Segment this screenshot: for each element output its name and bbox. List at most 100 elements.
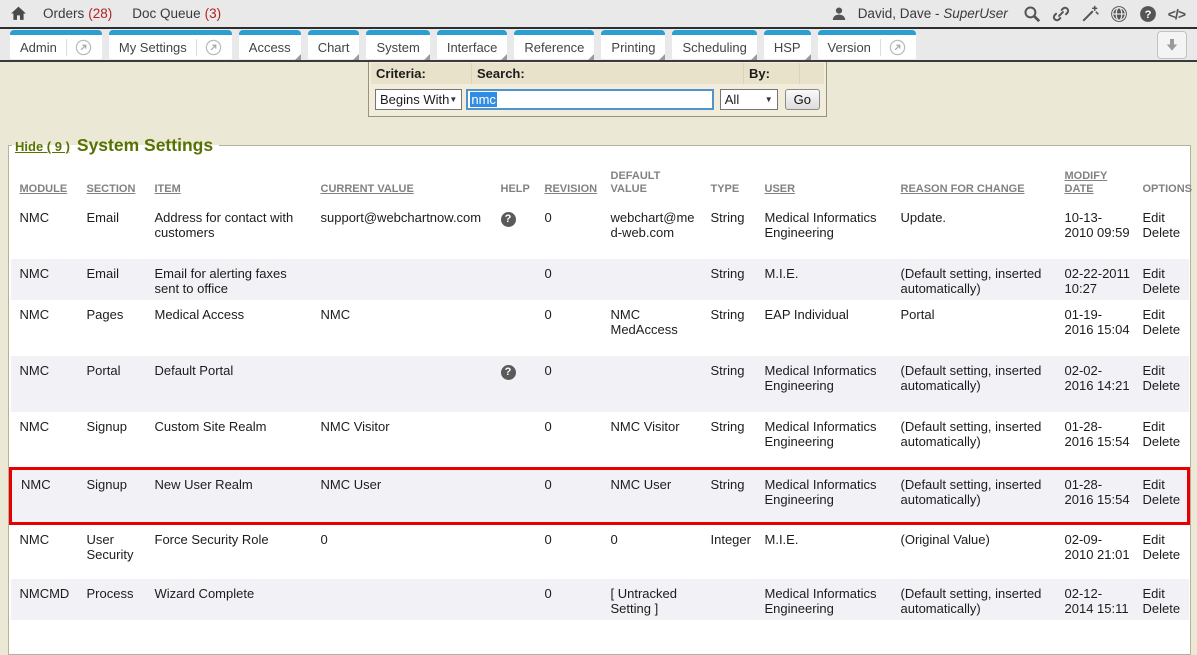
edit-link[interactable]: Edit: [1143, 586, 1183, 601]
tab-chart[interactable]: Chart: [308, 30, 360, 59]
delete-link[interactable]: Delete: [1143, 492, 1182, 507]
cell-user: Medical Informatics Engineering: [759, 356, 895, 412]
tab-admin[interactable]: Admin: [10, 30, 102, 59]
settings-table-body: NMCEmailAddress for contact with custome…: [11, 203, 1189, 620]
tab-reference[interactable]: Reference: [514, 30, 594, 59]
wand-icon[interactable]: [1081, 5, 1099, 23]
down-arrow-icon: [1165, 38, 1179, 52]
tab-list: AdminMy SettingsAccessChartSystem Interfa…: [10, 30, 923, 59]
tab-my-settings[interactable]: My Settings: [109, 30, 232, 59]
cell-reason-for-change: (Original Value): [895, 523, 1059, 579]
collapse-button[interactable]: [1157, 31, 1187, 59]
search-query-text: nmc: [470, 92, 497, 107]
column-header-user[interactable]: USER: [759, 158, 895, 203]
column-header-section[interactable]: SECTION: [81, 158, 149, 203]
cell-item: New User Realm: [149, 468, 315, 523]
table-row: NMCPagesMedical AccessNMC0NMC MedAccessS…: [11, 300, 1189, 356]
delete-link[interactable]: Delete: [1143, 547, 1183, 562]
system-settings-section: Hide ( 9 ) System Settings MODULESECTIONI…: [8, 135, 1191, 655]
user-name: David, Dave -: [858, 6, 944, 21]
column-header-revision[interactable]: REVISION: [539, 158, 605, 203]
column-header-item[interactable]: ITEM: [149, 158, 315, 203]
table-row: NMCSignupCustom Site RealmNMC Visitor0NM…: [11, 412, 1189, 468]
svg-text:?: ?: [1144, 8, 1151, 20]
table-row: NMCEmailAddress for contact with custome…: [11, 203, 1189, 259]
cell-current-value: [315, 356, 495, 412]
tab-interface[interactable]: Interface: [437, 30, 508, 59]
table-row: NMCUser SecurityForce Security Role000In…: [11, 523, 1189, 579]
delete-link[interactable]: Delete: [1143, 378, 1183, 393]
column-header-current-value[interactable]: CURRENT VALUE: [315, 158, 495, 203]
by-select[interactable]: All ▼: [720, 89, 778, 110]
column-header-default-value: DEFAULT VALUE: [605, 158, 705, 203]
nav-doc-queue[interactable]: Doc Queue (3): [132, 6, 221, 21]
edit-link[interactable]: Edit: [1143, 363, 1183, 378]
column-header-modify-date[interactable]: MODIFY DATE: [1059, 158, 1137, 203]
cell-module: NMCMD: [11, 579, 81, 620]
help-icon-topbar[interactable]: ?: [1139, 5, 1157, 23]
criteria-select[interactable]: Begins With ▼: [375, 89, 462, 110]
search-input[interactable]: nmc: [466, 89, 713, 110]
cell-module: NMC: [11, 300, 81, 356]
popout-icon: [75, 39, 92, 56]
column-header-reason-for-change[interactable]: REASON FOR CHANGE: [895, 158, 1059, 203]
page-title: System Settings: [77, 135, 213, 155]
cell-current-value: NMC User: [315, 468, 495, 523]
help-icon[interactable]: ?: [501, 365, 516, 380]
column-header-module[interactable]: MODULE: [11, 158, 81, 203]
help-icon[interactable]: ?: [501, 212, 516, 227]
nav-doc-queue-count: (3): [205, 6, 222, 21]
dropdown-corner-icon: [501, 54, 507, 60]
hide-link[interactable]: Hide ( 9 ): [15, 139, 70, 154]
tab-printing[interactable]: Printing: [601, 30, 665, 59]
cell-revision: 0: [539, 259, 605, 300]
edit-link[interactable]: Edit: [1143, 419, 1183, 434]
top-bar-right: David, Dave - SuperUser: [831, 5, 1197, 23]
edit-link[interactable]: Edit: [1143, 532, 1183, 547]
by-selected-value: All: [725, 92, 739, 107]
tab-system[interactable]: System: [366, 30, 429, 59]
edit-link[interactable]: Edit: [1143, 266, 1183, 281]
cell-options: EditDelete: [1137, 579, 1189, 620]
cell-current-value: [315, 579, 495, 620]
nav-doc-queue-label: Doc Queue: [132, 6, 200, 21]
table-row: NMCEmailEmail for alerting faxes sent to…: [11, 259, 1189, 300]
tab-version[interactable]: Version: [818, 30, 916, 59]
cell-reason-for-change: (Default setting, inserted automatically…: [895, 412, 1059, 468]
cell-type: String: [705, 356, 759, 412]
delete-link[interactable]: Delete: [1143, 601, 1183, 616]
column-header-options: OPTIONS: [1137, 158, 1189, 203]
home-button[interactable]: [10, 5, 27, 22]
cell-module: NMC: [11, 523, 81, 579]
dropdown-corner-icon: [751, 54, 757, 60]
search-icon[interactable]: [1023, 5, 1041, 23]
globe-icon[interactable]: [1110, 5, 1128, 23]
tab-label: Printing: [611, 40, 655, 55]
cell-default-value: [605, 259, 705, 300]
cell-default-value: NMC Visitor: [605, 412, 705, 468]
nav-orders[interactable]: Orders(28): [43, 6, 112, 21]
edit-link[interactable]: Edit: [1143, 307, 1183, 322]
delete-link[interactable]: Delete: [1143, 322, 1183, 337]
tab-access[interactable]: Access: [239, 30, 301, 59]
delete-link[interactable]: Delete: [1143, 225, 1183, 240]
delete-link[interactable]: Delete: [1143, 434, 1183, 449]
tab-scheduling[interactable]: Scheduling: [672, 30, 756, 59]
cell-item: Medical Access: [149, 300, 315, 356]
edit-link[interactable]: Edit: [1143, 210, 1183, 225]
go-button[interactable]: Go: [785, 89, 820, 110]
dropdown-corner-icon: [805, 54, 811, 60]
tab-hsp[interactable]: HSP: [764, 30, 811, 59]
code-icon[interactable]: </>: [1168, 6, 1185, 22]
cell-module: NMC: [11, 356, 81, 412]
settings-table: MODULESECTIONITEMCURRENT VALUEHELPREVISI…: [9, 158, 1190, 620]
cell-type: String: [705, 468, 759, 523]
edit-link[interactable]: Edit: [1143, 477, 1182, 492]
cell-modify-date: 02-02-2016 14:21: [1059, 356, 1137, 412]
link-icon[interactable]: [1052, 5, 1070, 23]
cell-revision: 0: [539, 468, 605, 523]
cell-reason-for-change: (Default setting, inserted automatically…: [895, 468, 1059, 523]
select-arrow-icon: ▼: [765, 95, 773, 104]
dropdown-corner-icon: [659, 54, 665, 60]
delete-link[interactable]: Delete: [1143, 281, 1183, 296]
